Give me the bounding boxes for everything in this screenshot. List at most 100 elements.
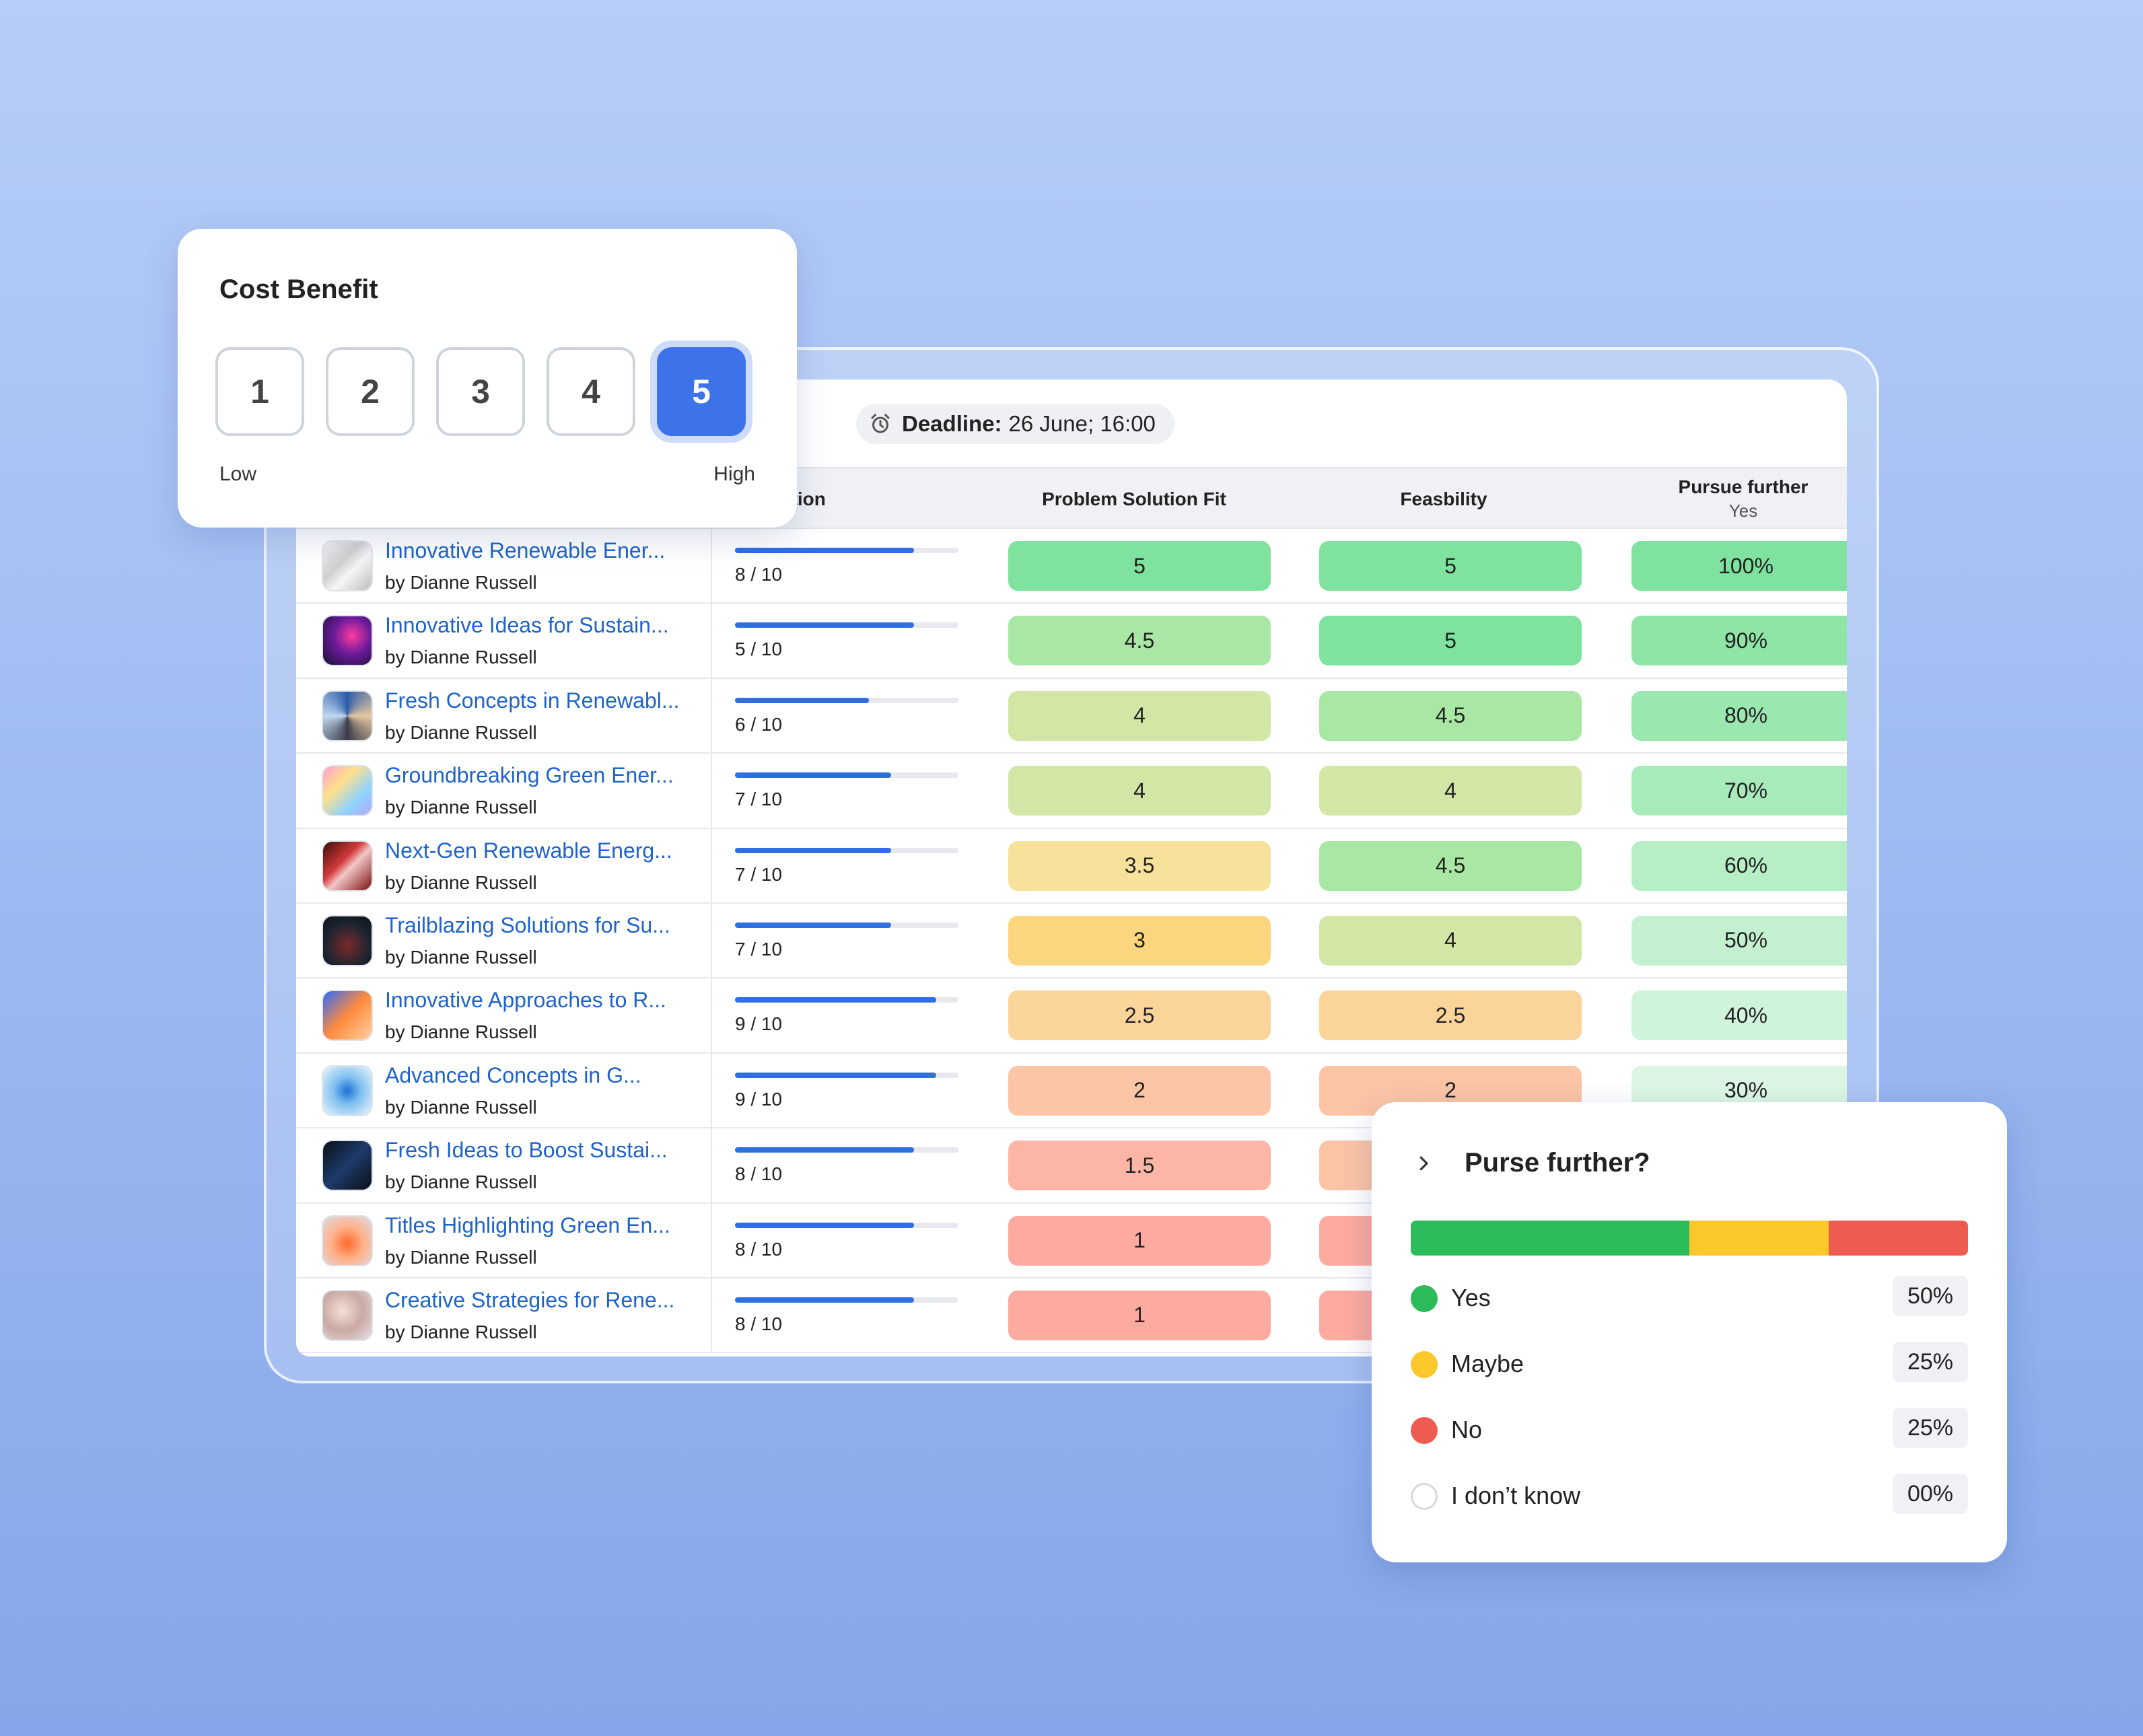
completion-score: 7 / 10 xyxy=(735,789,783,810)
vote-distribution-bar xyxy=(1411,1221,1968,1256)
problem-solution-fit-cell: 2 xyxy=(1008,1065,1271,1116)
completion-progress-fill xyxy=(735,997,936,1003)
cost-benefit-card: Cost Benefit 12345 Low High xyxy=(178,229,797,528)
vote-option-percentage: 00% xyxy=(1892,1474,1968,1514)
idea-title-link[interactable]: Titles Highlighting Green En... xyxy=(385,1213,670,1238)
table-row[interactable]: Groundbreaking Green Ener... by Dianne Ru… xyxy=(296,754,1847,829)
completion-progress-fill xyxy=(735,1297,914,1303)
idea-title-link[interactable]: Advanced Concepts in G... xyxy=(385,1063,641,1088)
scale-high-label: High xyxy=(713,463,755,485)
completion-progress-fill xyxy=(735,1147,914,1153)
completion-score: 7 / 10 xyxy=(735,863,783,885)
column-divider xyxy=(711,978,712,1052)
table-row[interactable]: Innovative Renewable Ener... by Dianne Ru… xyxy=(296,529,1847,604)
idea-author: by Dianne Russell xyxy=(385,1321,537,1342)
completion-score: 8 / 10 xyxy=(735,1163,783,1185)
completion-score: 8 / 10 xyxy=(735,564,783,585)
problem-solution-fit-cell: 4.5 xyxy=(1008,616,1271,666)
completion-progress-bar xyxy=(735,622,958,628)
feasibility-cell: 4.5 xyxy=(1319,690,1582,741)
feasibility-cell: 5 xyxy=(1319,541,1582,591)
column-header-pursue-further[interactable]: Pursue further Yes xyxy=(1609,476,1847,521)
idea-title-link[interactable]: Next-Gen Renewable Energ... xyxy=(385,838,672,863)
idea-thumbnail[interactable] xyxy=(322,990,373,1042)
feasibility-cell: 4 xyxy=(1319,915,1582,966)
idea-thumbnail[interactable] xyxy=(322,615,373,667)
vote-option[interactable]: I don’t know 00% xyxy=(1411,1474,1968,1517)
idea-thumbnail[interactable] xyxy=(322,914,373,966)
idea-thumbnail[interactable] xyxy=(322,840,373,892)
completion-progress-fill xyxy=(735,847,892,853)
pursue-further-cell: 70% xyxy=(1631,766,1847,816)
column-header-problem-solution-fit[interactable]: Problem Solution Fit xyxy=(1003,489,1265,510)
column-header-pursue-further-sub: Yes xyxy=(1728,501,1758,521)
rating-option-4[interactable]: 4 xyxy=(547,347,635,436)
vote-option-label: No xyxy=(1451,1416,1483,1443)
problem-solution-fit-cell: 1 xyxy=(1008,1290,1271,1340)
table-row[interactable]: Innovative Ideas for Sustain... by Dianne… xyxy=(296,604,1847,679)
idea-title-link[interactable]: Creative Strategies for Rene... xyxy=(385,1288,674,1313)
bar-segment-maybe xyxy=(1689,1221,1829,1256)
empty-radio-icon xyxy=(1411,1483,1438,1510)
completion-score: 8 / 10 xyxy=(735,1238,783,1260)
idea-author: by Dianne Russell xyxy=(385,1021,537,1043)
idea-author: by Dianne Russell xyxy=(385,1246,537,1268)
column-divider xyxy=(711,1053,712,1128)
vote-option-percentage: 25% xyxy=(1892,1342,1968,1382)
idea-title-link[interactable]: Innovative Approaches to R... xyxy=(385,988,666,1013)
deadline-badge[interactable]: Deadline: 26 June; 16:00 xyxy=(856,404,1174,444)
pursue-further-cell: 40% xyxy=(1631,990,1847,1041)
idea-title-link[interactable]: Fresh Ideas to Boost Sustai... xyxy=(385,1138,668,1163)
idea-thumbnail[interactable] xyxy=(322,1289,373,1341)
bar-segment-no xyxy=(1829,1221,1968,1256)
table-row[interactable]: Fresh Concepts in Renewabl... by Dianne R… xyxy=(296,678,1847,754)
problem-solution-fit-cell: 3 xyxy=(1008,915,1271,966)
column-divider xyxy=(711,529,712,603)
idea-thumbnail[interactable] xyxy=(322,1215,373,1266)
cost-benefit-title: Cost Benefit xyxy=(219,275,378,304)
rating-option-3[interactable]: 3 xyxy=(436,347,525,436)
purse-further-card: Purse further? Yes 50% Maybe 25% No 25% I don’… xyxy=(1372,1102,2007,1562)
column-divider xyxy=(711,604,712,678)
idea-thumbnail[interactable] xyxy=(322,690,373,742)
rating-option-1[interactable]: 1 xyxy=(215,347,304,436)
rating-option-5[interactable]: 5 xyxy=(657,347,746,436)
problem-solution-fit-cell: 3.5 xyxy=(1008,840,1271,891)
pursue-further-cell: 90% xyxy=(1631,616,1847,666)
problem-solution-fit-cell: 4 xyxy=(1008,690,1271,741)
idea-thumbnail[interactable] xyxy=(322,765,373,817)
completion-progress-bar xyxy=(735,997,958,1003)
deadline-label: Deadline: xyxy=(902,411,1002,436)
idea-thumbnail[interactable] xyxy=(322,540,373,591)
column-divider xyxy=(711,1128,712,1202)
vote-option-label: Yes xyxy=(1451,1284,1491,1311)
idea-title-link[interactable]: Groundbreaking Green Ener... xyxy=(385,763,674,788)
idea-title-link[interactable]: Innovative Ideas for Sustain... xyxy=(385,613,669,638)
completion-progress-fill xyxy=(735,922,892,928)
column-header-feasibility[interactable]: Feasbility xyxy=(1312,489,1575,510)
status-dot-icon xyxy=(1411,1417,1438,1444)
completion-progress-bar xyxy=(735,1297,958,1303)
idea-author: by Dianne Russell xyxy=(385,572,537,593)
chevron-right-icon[interactable] xyxy=(1413,1153,1434,1173)
idea-author: by Dianne Russell xyxy=(385,871,537,893)
idea-thumbnail[interactable] xyxy=(322,1064,373,1116)
pursue-further-cell: 100% xyxy=(1631,541,1847,591)
idea-thumbnail[interactable] xyxy=(322,1140,373,1192)
idea-title-link[interactable]: Trailblazing Solutions for Su... xyxy=(385,913,670,938)
rating-option-2[interactable]: 2 xyxy=(326,347,415,436)
table-row[interactable]: Next-Gen Renewable Energ... by Dianne Rus… xyxy=(296,828,1847,904)
idea-title-link[interactable]: Innovative Renewable Ener... xyxy=(385,538,665,563)
table-row[interactable]: Trailblazing Solutions for Su... by Diann… xyxy=(296,903,1847,979)
column-divider xyxy=(711,1203,712,1277)
vote-option[interactable]: Yes 50% xyxy=(1411,1276,1968,1319)
idea-title-link[interactable]: Fresh Concepts in Renewabl... xyxy=(385,688,680,713)
vote-option[interactable]: No 25% xyxy=(1411,1408,1968,1451)
vote-option[interactable]: Maybe 25% xyxy=(1411,1342,1968,1385)
table-row[interactable]: Innovative Approaches to R... by Dianne R… xyxy=(296,978,1847,1054)
completion-score: 9 / 10 xyxy=(735,1088,783,1110)
completion-score: 6 / 10 xyxy=(735,713,783,735)
completion-progress-fill xyxy=(735,772,892,779)
completion-score: 7 / 10 xyxy=(735,938,783,960)
completion-progress-fill xyxy=(735,697,870,703)
